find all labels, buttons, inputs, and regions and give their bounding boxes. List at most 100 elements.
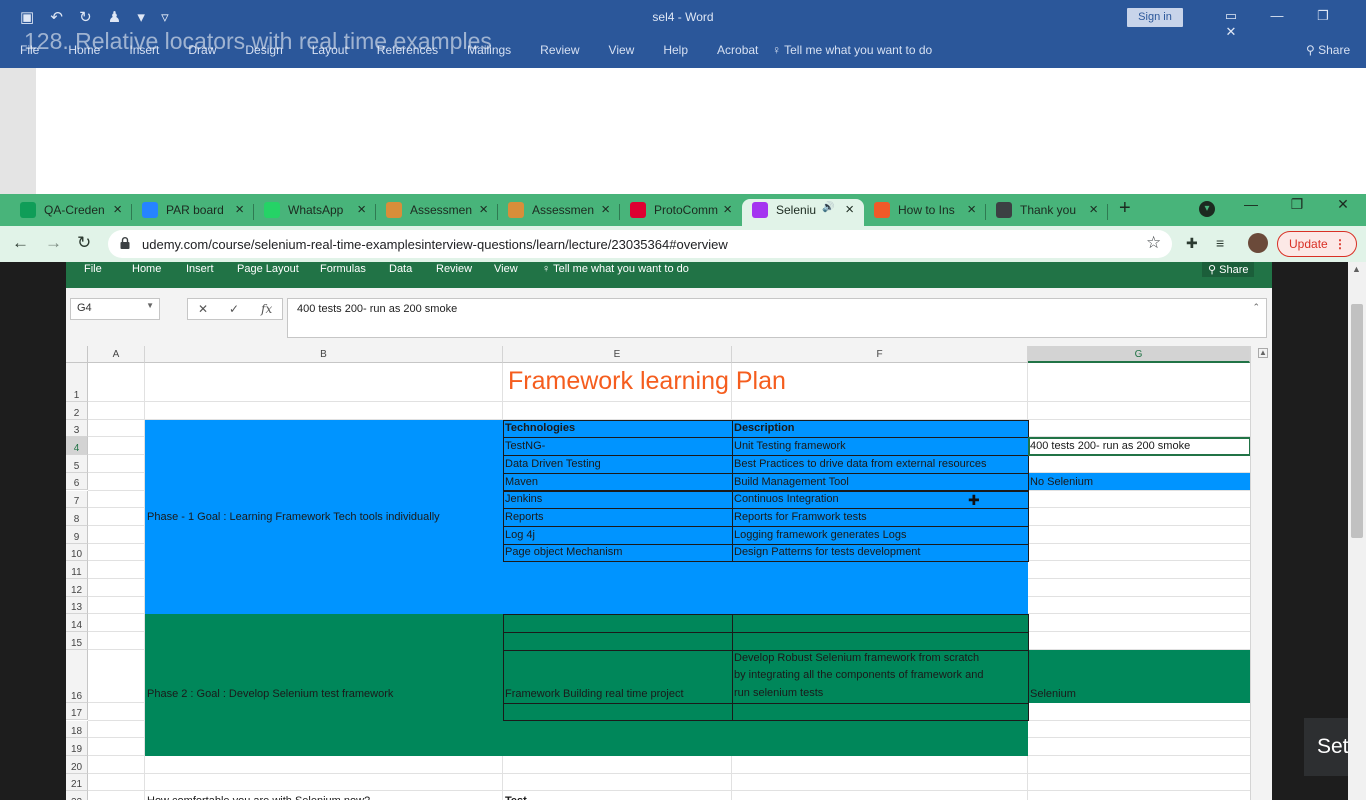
row-header[interactable]: 16 <box>66 649 88 703</box>
column-header-f[interactable]: F <box>732 346 1028 363</box>
browser-tab[interactable]: How to Ins × <box>864 199 986 226</box>
excel-tab-review[interactable]: Review <box>436 263 472 275</box>
select-all-corner[interactable] <box>66 346 88 363</box>
cell-area[interactable]: Framework learning Plan Technologies Descr… <box>88 363 1251 800</box>
close-tab-icon[interactable]: × <box>967 201 976 218</box>
excel-tab-formulas[interactable]: Formulas <box>320 263 366 275</box>
forward-arrow-icon[interactable]: → <box>45 233 62 253</box>
excel-vertical-scrollbar[interactable]: ▲ <box>1250 346 1272 800</box>
word-tab-help[interactable]: Help <box>663 43 688 57</box>
row-header[interactable]: 5 <box>66 455 88 473</box>
excel-tell-me[interactable]: ♀ Tell me what you want to do <box>542 263 689 275</box>
row-header[interactable]: 9 <box>66 525 88 544</box>
settings-overlay-label[interactable]: Set <box>1304 718 1348 776</box>
table-cell[interactable] <box>503 702 733 722</box>
minimize-icon[interactable]: — <box>1254 8 1300 23</box>
scrollbar-thumb[interactable] <box>1351 304 1363 538</box>
bookmark-star-icon[interactable]: ☆ <box>1146 233 1161 253</box>
excel-tab-page-layout[interactable]: Page Layout <box>237 263 299 275</box>
excel-tab-file[interactable]: File <box>84 263 102 275</box>
formula-input[interactable]: 400 tests 200- run as 200 smoke ⌃ <box>287 298 1267 338</box>
ribbon-display-icon[interactable]: ▭ <box>1208 8 1254 24</box>
close-tab-icon[interactable]: × <box>1089 201 1098 218</box>
table-cell[interactable] <box>503 614 733 634</box>
row-header[interactable]: 17 <box>66 702 88 721</box>
reload-icon[interactable]: ↻ <box>77 233 91 253</box>
cancel-icon[interactable]: ✕ <box>198 302 208 316</box>
row-header[interactable]: 2 <box>66 402 88 420</box>
close-tab-icon[interactable]: × <box>845 201 854 218</box>
address-bar[interactable]: udemy.com/course/selenium-real-time-exam… <box>108 230 1172 258</box>
browser-tab[interactable]: Assessmen × <box>498 199 620 226</box>
excel-share-button[interactable]: ⚲ Share <box>1202 262 1255 277</box>
minimize-icon[interactable]: — <box>1228 196 1274 212</box>
row-header[interactable]: 12 <box>66 579 88 597</box>
browser-tab[interactable]: QA-Creden × <box>10 199 132 226</box>
column-header-b[interactable]: B <box>145 346 503 363</box>
browser-tab[interactable]: Seleniu 🔊 × <box>742 199 864 226</box>
update-button[interactable]: Update ⋮ <box>1277 231 1357 257</box>
speaker-icon[interactable]: 🔊 <box>822 202 834 213</box>
media-control-icon[interactable]: ≡ <box>1216 235 1224 251</box>
row-header[interactable]: 18 <box>66 720 88 739</box>
word-document-area[interactable] <box>36 68 1366 194</box>
row-header[interactable]: 19 <box>66 738 88 756</box>
close-tab-icon[interactable]: × <box>601 201 610 218</box>
word-tab-review[interactable]: Review <box>540 43 579 57</box>
extensions-puzzle-icon[interactable]: ✚ <box>1186 235 1198 252</box>
insert-function-icon[interactable]: fx <box>261 302 272 316</box>
browser-tab[interactable]: Thank you × <box>986 199 1108 226</box>
spreadsheet-grid[interactable]: ABEFG 1234567891011121314151617181920212… <box>66 346 1272 800</box>
lock-icon[interactable] <box>120 237 130 249</box>
scroll-up-icon[interactable]: ▲ <box>1258 348 1268 358</box>
browser-tab[interactable]: ProtoComm × <box>620 199 742 226</box>
browser-tab[interactable]: Assessmen × <box>376 199 498 226</box>
word-tab-view[interactable]: View <box>609 43 635 57</box>
excel-tab-view[interactable]: View <box>494 263 518 275</box>
table-cell[interactable] <box>503 632 733 651</box>
scroll-up-icon[interactable]: ▲ <box>1352 264 1361 274</box>
word-tab-acrobat[interactable]: Acrobat <box>717 43 758 57</box>
row-header[interactable]: 3 <box>66 419 88 438</box>
table-cell[interactable] <box>732 632 1029 651</box>
restore-icon[interactable]: ❐ <box>1300 8 1346 24</box>
close-tab-icon[interactable]: × <box>357 201 366 218</box>
back-arrow-icon[interactable]: ← <box>12 233 29 253</box>
video-viewport[interactable]: File Home Insert Page Layout Formulas Data Rev… <box>0 262 1366 800</box>
excel-tab-home[interactable]: Home <box>132 263 161 275</box>
word-tell-me[interactable]: ♀ Tell me what you want to do <box>772 43 932 57</box>
name-box[interactable]: G4 ▼ <box>70 298 160 320</box>
close-tab-icon[interactable]: × <box>723 201 732 218</box>
row-header[interactable]: 6 <box>66 472 88 491</box>
excel-window[interactable]: File Home Insert Page Layout Formulas Data Rev… <box>66 262 1272 800</box>
restore-icon[interactable]: ❐ <box>1274 196 1320 213</box>
row-header[interactable]: 1 <box>66 363 88 402</box>
row-header[interactable]: 11 <box>66 561 88 579</box>
url-text[interactable]: udemy.com/course/selenium-real-time-exam… <box>142 237 728 252</box>
excel-tab-insert[interactable]: Insert <box>186 263 214 275</box>
browser-window-controls[interactable]: — ❐ ✕ <box>1228 196 1366 213</box>
word-window-controls[interactable]: ▭ — ❐ ✕ <box>1208 8 1366 40</box>
table-cell[interactable] <box>732 702 1029 722</box>
column-header-g[interactable]: G <box>1028 346 1250 363</box>
column-header-a[interactable]: A <box>88 346 145 363</box>
collapse-icon[interactable]: ⌃ <box>1252 302 1260 313</box>
row-header[interactable]: 7 <box>66 490 88 509</box>
row-header[interactable]: 15 <box>66 632 88 650</box>
word-sign-in-button[interactable]: Sign in <box>1127 8 1183 27</box>
column-header-e[interactable]: E <box>503 346 732 363</box>
close-tab-icon[interactable]: × <box>235 201 244 218</box>
word-share-button[interactable]: ⚲ Share <box>1306 43 1350 57</box>
tab-search-icon[interactable]: ▾ <box>1199 201 1215 217</box>
row-header[interactable]: 10 <box>66 543 88 562</box>
row-header[interactable]: 13 <box>66 596 88 615</box>
profile-avatar[interactable] <box>1248 233 1268 253</box>
excel-tab-data[interactable]: Data <box>389 263 412 275</box>
row-header[interactable]: 21 <box>66 773 88 792</box>
table-cell[interactable] <box>503 525 733 545</box>
browser-tab[interactable]: WhatsApp × <box>254 199 376 226</box>
close-tab-icon[interactable]: × <box>113 201 122 218</box>
chevron-down-icon[interactable]: ▼ <box>146 301 154 310</box>
browser-tab[interactable]: PAR board × <box>132 199 254 226</box>
new-tab-button[interactable]: + <box>1119 197 1131 220</box>
